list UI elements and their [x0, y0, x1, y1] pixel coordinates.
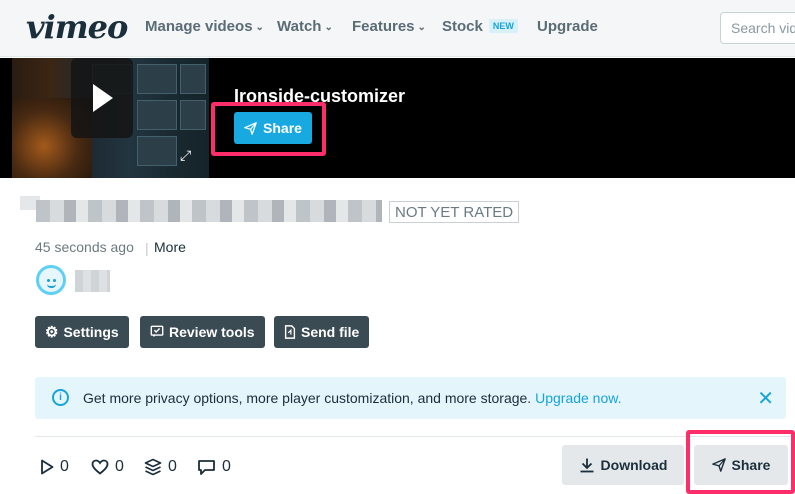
download-icon [580, 458, 594, 473]
search-input[interactable]: Search videos [720, 12, 795, 44]
banner-text: Get more privacy options, more player cu… [83, 390, 532, 406]
chevron-down-icon: ⌄ [255, 22, 264, 33]
upgrade-banner: i Get more privacy options, more player … [35, 377, 786, 419]
avatar[interactable] [36, 265, 66, 295]
chevron-down-icon: ⌄ [324, 22, 333, 33]
top-nav: vimeo Manage videos ⌄ Watch ⌄ Features ⌄ St… [0, 0, 795, 57]
play-button[interactable] [71, 58, 133, 138]
close-icon[interactable]: ✕ [757, 386, 774, 411]
fullscreen-icon[interactable]: ⤢ [180, 148, 194, 162]
review-icon [150, 325, 164, 337]
layers-icon [144, 458, 162, 476]
gear-icon: ⚙ [45, 324, 59, 341]
highlight-box-top-share [211, 102, 326, 156]
info-icon: i [52, 389, 69, 406]
nav-label: Stock [442, 18, 483, 35]
new-badge: NEW [488, 19, 518, 33]
blurred-username [75, 270, 110, 292]
nav-features[interactable]: Features ⌄ [352, 18, 426, 35]
more-link[interactable]: More [154, 239, 186, 255]
vimeo-logo[interactable]: vimeo [26, 8, 128, 46]
nav-watch[interactable]: Watch ⌄ [277, 18, 333, 35]
nav-label: Manage videos [145, 18, 253, 35]
collections-stat[interactable]: 0 [144, 458, 177, 476]
posted-time: 45 seconds ago [35, 239, 134, 255]
nav-upgrade[interactable]: Upgrade [537, 18, 598, 35]
send-file-label: Send file [301, 324, 360, 340]
review-tools-button[interactable]: Review tools [140, 316, 265, 348]
likes-stat[interactable]: 0 [91, 458, 124, 476]
download-label: Download [600, 457, 668, 473]
collections-count: 0 [168, 458, 177, 475]
likes-count: 0 [115, 458, 124, 475]
plays-stat[interactable]: 0 [40, 458, 69, 476]
play-icon [41, 459, 54, 475]
download-button[interactable]: Download [562, 445, 684, 485]
upgrade-now-link[interactable]: Upgrade now. [535, 390, 621, 406]
comments-stat[interactable]: 0 [197, 458, 231, 476]
comments-count: 0 [222, 458, 231, 475]
review-label: Review tools [169, 324, 255, 340]
rating-badge[interactable]: NOT YET RATED [389, 201, 520, 223]
chevron-down-icon: ⌄ [417, 22, 426, 33]
nav-label: Watch [277, 18, 322, 35]
heart-icon [91, 459, 109, 475]
nav-manage-videos[interactable]: Manage videos ⌄ [145, 18, 264, 35]
send-file-button[interactable]: Send file [274, 316, 370, 348]
divider [35, 436, 795, 437]
settings-button[interactable]: ⚙ Settings [35, 316, 129, 348]
comment-icon [198, 459, 215, 475]
settings-label: Settings [63, 324, 119, 340]
highlight-box-bottom-share [686, 430, 795, 494]
plays-count: 0 [60, 458, 69, 475]
blurred-description [36, 200, 382, 222]
banner-message: Get more privacy options, more player cu… [83, 390, 622, 406]
play-icon [93, 84, 113, 112]
file-icon [284, 325, 296, 339]
nav-label: Features [352, 18, 415, 35]
separator: | [145, 240, 149, 256]
nav-stock[interactable]: Stock NEW [442, 18, 518, 35]
